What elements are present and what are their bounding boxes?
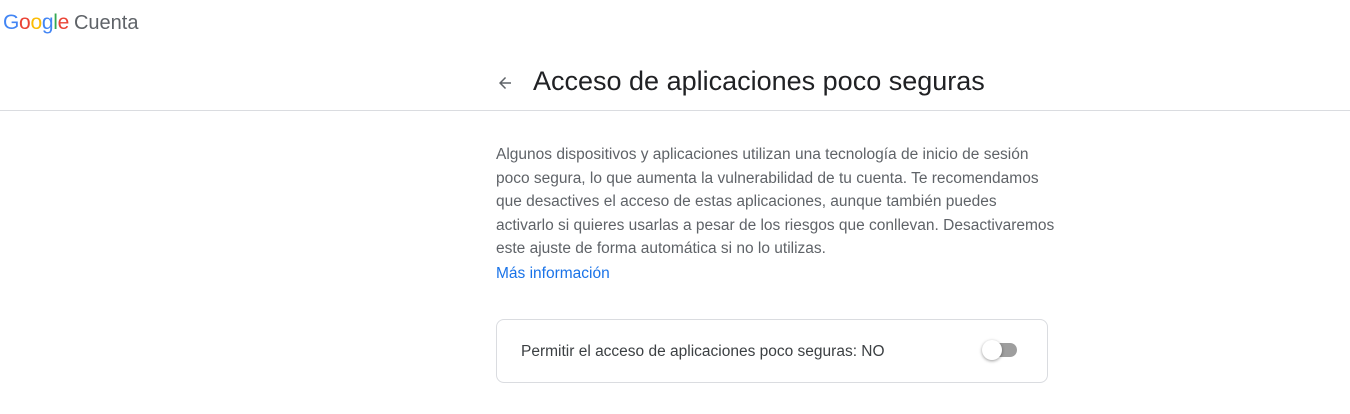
google-account-logo[interactable]: Google Cuenta xyxy=(3,11,138,35)
description-body: Algunos dispositivos y aplicaciones util… xyxy=(496,146,1055,257)
less-secure-apps-toggle[interactable] xyxy=(981,339,1021,361)
more-info-link[interactable]: Más información xyxy=(496,262,610,286)
product-name: Cuenta xyxy=(73,12,139,34)
google-letter: G xyxy=(3,11,20,34)
google-letter: e xyxy=(57,11,70,34)
google-wordmark: Google xyxy=(3,11,69,35)
page-title: Acceso de aplicaciones poco seguras xyxy=(533,66,985,96)
arrow-back-icon xyxy=(499,77,511,89)
back-button[interactable] xyxy=(492,70,518,96)
description-text: Algunos dispositivos y aplicaciones util… xyxy=(496,143,1056,285)
google-letter: o xyxy=(19,11,31,34)
page-header: Acceso de aplicaciones poco seguras xyxy=(0,52,1350,111)
less-secure-apps-setting-card: Permitir el acceso de aplicaciones poco … xyxy=(496,319,1048,383)
setting-label: Permitir el acceso de aplicaciones poco … xyxy=(521,343,885,360)
toggle-knob xyxy=(982,340,1002,360)
google-letter: o xyxy=(30,11,42,34)
google-letter: g xyxy=(41,11,54,34)
top-bar: Google Cuenta xyxy=(0,0,1350,52)
